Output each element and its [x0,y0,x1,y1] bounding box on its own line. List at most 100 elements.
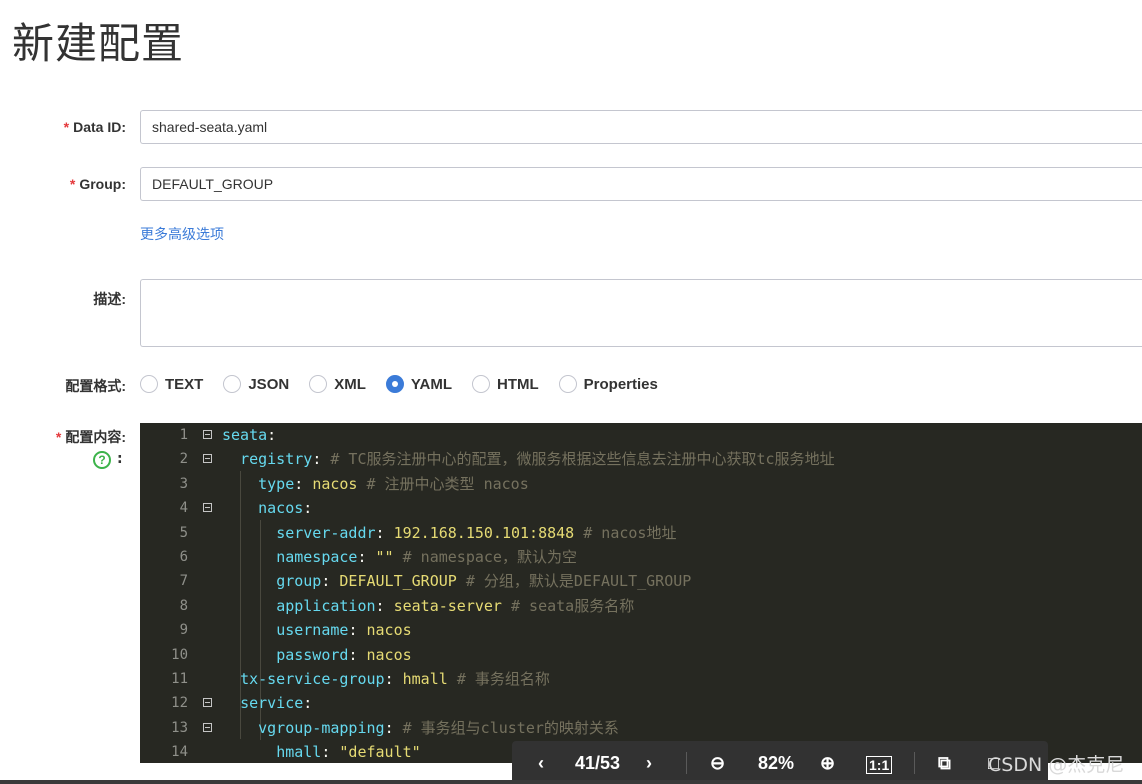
zoom-out-icon[interactable]: ⊖ [710,753,725,774]
code-line: 11 tx-service-group: hmall # 事务组名称 [140,667,1142,691]
description-textarea[interactable] [140,279,1142,347]
data-id-input[interactable]: shared-seata.yaml [140,110,1142,144]
next-page-icon[interactable]: › [646,753,652,774]
bottom-bar [0,780,1142,784]
yaml-comment: # nacos地址 [583,523,677,542]
data-id-label: * Data ID: [0,119,126,135]
yaml-key: group [276,572,322,591]
line-number: 7 [179,573,188,590]
yaml-key: hmall [276,743,322,762]
code-text: password: nacos [276,645,412,664]
code-line: 10 password: nacos [140,643,1142,667]
yaml-key: registry [240,450,313,469]
line-number: 2 [179,451,188,468]
format-option-html[interactable]: HTML [472,375,539,393]
fold-toggle-icon[interactable] [203,698,212,708]
format-option-yaml[interactable]: YAML [385,375,452,393]
format-option-json[interactable]: JSON [223,375,289,393]
required-mark: * [55,429,62,445]
code-text: vgroup-mapping: # 事务组与cluster的映射关系 [258,718,619,737]
yaml-key: namespace [276,547,358,566]
yaml-key: tx-service-group [240,669,385,688]
code-text: seata: [222,426,277,444]
fold-toggle-icon[interactable] [203,430,212,439]
code-text: namespace: "" # namespace，默认为空 [276,547,577,566]
help-icon[interactable]: ? [93,451,111,469]
format-option-label: YAML [410,375,452,393]
code-line: 3 type: nacos # 注册中心类型 nacos [140,472,1142,496]
code-text: username: nacos [276,621,412,640]
line-number: 5 [179,524,188,541]
code-line: 13 vgroup-mapping: # 事务组与cluster的映射关系 [140,716,1142,740]
content-label: * 配置内容: [0,427,126,447]
yaml-value: "" [375,547,394,566]
code-text: tx-service-group: hmall # 事务组名称 [240,669,550,688]
advanced-options-link[interactable]: 更多高级选项 [140,224,224,244]
radio-checked-icon [385,375,404,393]
line-number: 10 [171,646,188,663]
format-option-xml[interactable]: XML [309,375,366,393]
format-radio-group: TEXT JSON XML YAML HTML Properties [140,372,678,396]
yaml-comment: # 注册中心类型 nacos [366,474,529,493]
fold-toggle-icon[interactable] [203,454,212,464]
yaml-key: server-addr [276,523,376,542]
radio-icon [140,375,158,393]
fold-toggle-icon[interactable] [203,722,212,732]
code-line: 7 group: DEFAULT_GROUP # 分组，默认是DEFAULT_G… [140,569,1142,593]
yaml-key: service [240,694,304,713]
yaml-value: 192.168.150.101:8848 [393,523,575,542]
code-line: 5 server-addr: 192.168.150.101:8848 # na… [140,521,1142,545]
code-text: type: nacos # 注册中心类型 nacos [258,474,529,493]
format-option-properties[interactable]: Properties [558,375,658,393]
format-option-label: TEXT [165,375,204,393]
yaml-comment: # seata服务名称 [511,596,635,615]
line-number: 9 [179,622,188,639]
radio-icon [223,375,242,393]
group-label: * Group: [0,176,126,192]
code-line: 8 application: seata-server # seata服务名称 [140,594,1142,618]
required-mark: * [63,119,70,135]
line-number: 6 [179,548,188,565]
page-title: 新建配置 [12,19,185,68]
prev-page-icon[interactable]: ‹ [538,753,544,774]
line-number: 12 [171,695,188,712]
line-number: 11 [171,670,188,687]
yaml-value: nacos [366,645,412,664]
content-label-text: 配置内容: [65,429,126,445]
yaml-value: seata-server [393,596,502,615]
format-option-text[interactable]: TEXT [140,375,203,393]
code-line: 1 seata: [140,423,1142,447]
rotate-icon[interactable]: ⧉ [938,753,951,774]
actual-size-icon[interactable]: 1:1 [866,756,893,774]
yaml-key: username [276,621,349,640]
data-id-label-text: Data ID: [73,119,126,135]
code-line: 6 namespace: "" # namespace，默认为空 [140,545,1142,569]
code-line: 9 username: nacos [140,618,1142,642]
zoom-in-icon[interactable]: ⊕ [820,753,835,774]
code-text: nacos: [258,499,313,518]
line-number: 3 [179,475,188,492]
page-indicator: 41/53 [575,753,621,773]
line-number: 13 [171,719,188,736]
yaml-key: nacos [258,499,304,518]
yaml-value: "default" [339,743,421,762]
line-number: 4 [179,500,188,517]
code-line: 2 registry: # TC服务注册中心的配置，微服务根据这些信息去注册中心… [140,447,1142,471]
group-input[interactable]: DEFAULT_GROUP [140,167,1142,201]
required-mark: * [69,176,76,192]
pdf-toolbar: ‹ 41/53 › ⊖ 82% ⊕ 1:1 ⧉ □ [512,741,1048,784]
yaml-key: password [276,645,349,664]
yaml-comment: # 事务组名称 [456,669,550,688]
yaml-value: nacos [366,621,412,640]
line-number: 14 [171,744,188,761]
format-option-label: Properties [583,375,658,393]
zoom-level: 82% [758,753,795,773]
line-number: 8 [179,597,188,614]
code-editor[interactable]: 1 seata: 2 registry: # TC服务注册中心的配置，微服务根据这些… [140,423,1142,763]
fold-toggle-icon[interactable] [203,503,212,513]
yaml-key: vgroup-mapping [258,718,385,737]
yaml-comment: # TC服务注册中心的配置，微服务根据这些信息去注册中心获取tc服务地址 [330,450,835,469]
format-option-label: XML [334,375,366,393]
line-number: 1 [179,427,188,443]
yaml-value: hmall [402,669,448,688]
